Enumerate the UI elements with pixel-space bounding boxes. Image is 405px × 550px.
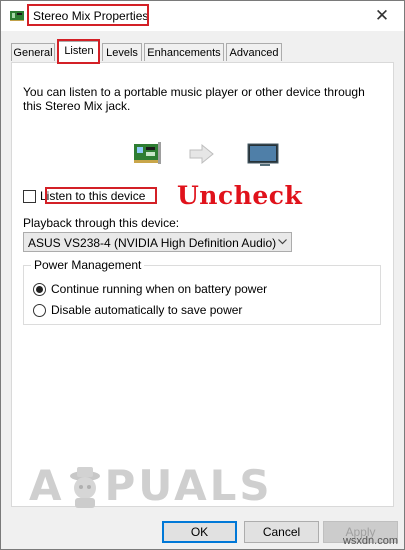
tab-levels[interactable]: Levels: [102, 43, 142, 61]
radio-row-continue[interactable]: Continue running when on battery power: [33, 282, 267, 296]
playback-device-value: ASUS VS238-4 (NVIDIA High Definition Aud…: [28, 236, 277, 250]
monitor-icon: [247, 143, 279, 166]
listen-panel: You can listen to a portable music playe…: [11, 62, 394, 507]
tab-enhancements[interactable]: Enhancements: [144, 43, 224, 61]
close-icon[interactable]: ✕: [362, 1, 402, 31]
title-bar: Stereo Mix Properties ✕: [1, 1, 404, 31]
disable-auto-label[interactable]: Disable automatically to save power: [51, 303, 242, 317]
disable-auto-radio[interactable]: [33, 303, 46, 317]
arrow-right-icon: [189, 143, 214, 165]
tab-highlight-box: [57, 39, 100, 64]
sound-card-icon: [134, 142, 161, 164]
device-illustration: [134, 142, 279, 166]
radio-row-disable[interactable]: Disable automatically to save power: [33, 303, 242, 317]
description-line-1: You can listen to a portable music playe…: [23, 85, 365, 99]
chevron-down-icon: [278, 239, 287, 245]
power-management-label: Power Management: [31, 258, 145, 272]
appuals-watermark: A PUALS: [29, 461, 273, 510]
watermark-right: PUALS: [104, 461, 273, 510]
power-management-group: Power Management Continue running when o…: [23, 258, 381, 325]
playback-label: Playback through this device:: [23, 216, 180, 230]
listen-checkbox[interactable]: [23, 189, 36, 203]
watermark-left: A: [29, 461, 65, 510]
checkbox-highlight-box: [45, 187, 157, 204]
tab-general[interactable]: General: [11, 43, 55, 61]
stereo-mix-icon: [10, 11, 24, 21]
title-highlight-box: [27, 4, 149, 26]
cancel-button[interactable]: Cancel: [244, 521, 319, 543]
site-credit: wsxdn.com: [342, 535, 398, 547]
playback-device-select[interactable]: ASUS VS238-4 (NVIDIA High Definition Aud…: [23, 232, 292, 252]
listen-description: You can listen to a portable music playe…: [23, 85, 373, 113]
properties-dialog: Stereo Mix Properties ✕ General Listen L…: [0, 0, 405, 550]
description-line-2: this Stereo Mix jack.: [23, 99, 131, 113]
ok-button[interactable]: OK: [162, 521, 237, 543]
continue-running-label[interactable]: Continue running when on battery power: [51, 282, 267, 296]
tab-advanced[interactable]: Advanced: [226, 43, 282, 61]
continue-running-radio[interactable]: [33, 282, 46, 296]
uncheck-annotation: Uncheck: [177, 181, 303, 210]
mascot-logo-icon: [69, 466, 100, 508]
